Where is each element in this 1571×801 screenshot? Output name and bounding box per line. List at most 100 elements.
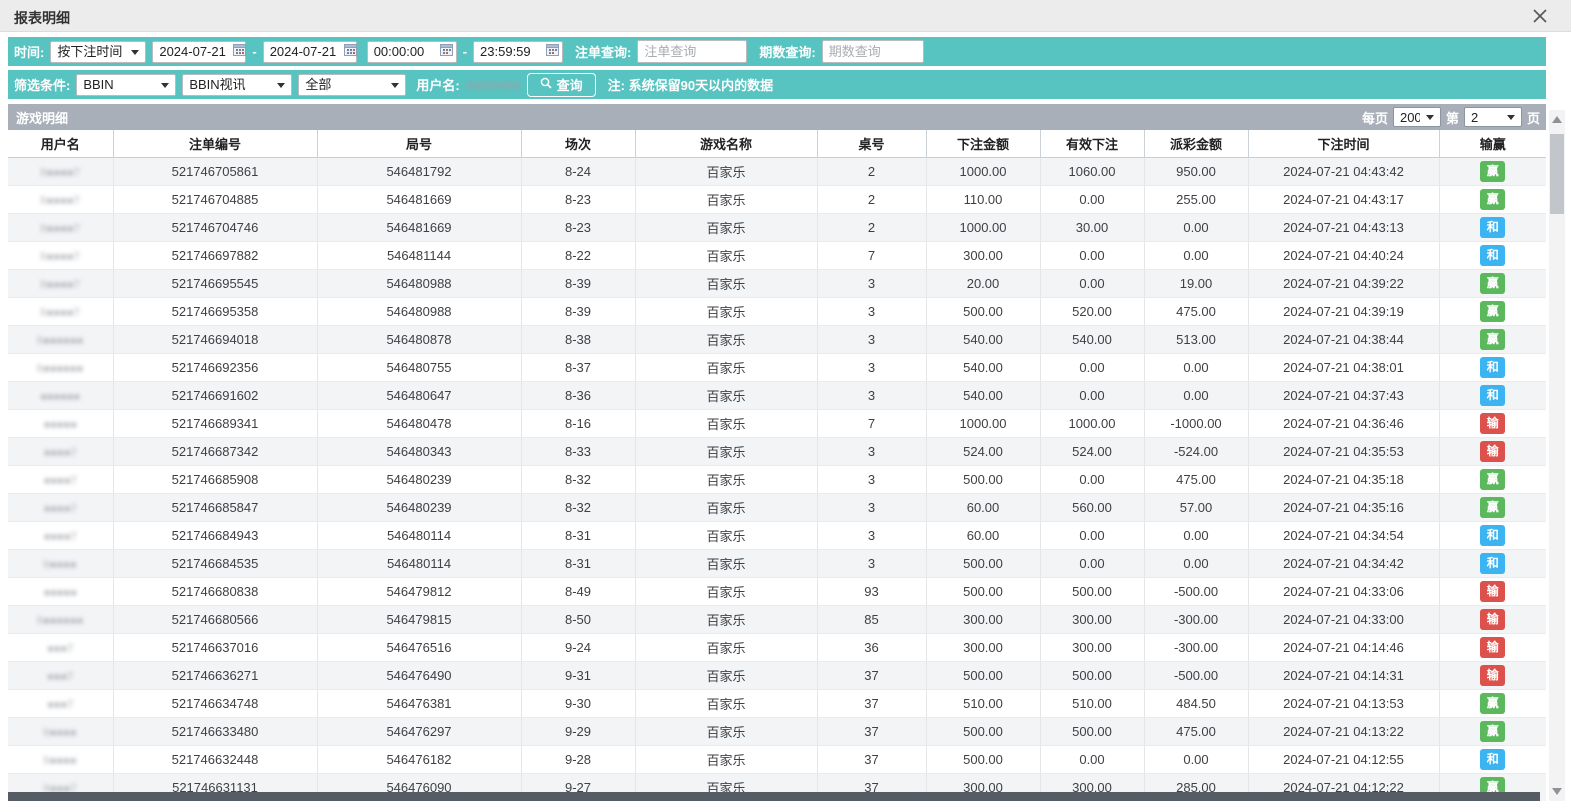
cell-bet-id: 521746636271 [113, 661, 317, 689]
outcome-badge[interactable]: 输 [1480, 609, 1505, 630]
column-header-username: 用户名 [8, 130, 113, 157]
period-query-input[interactable] [822, 40, 924, 63]
time-type-select[interactable]: 按下注时间 [50, 41, 146, 63]
cell-valid-bet: 30.00 [1040, 213, 1144, 241]
column-header-game: 游戏名称 [635, 130, 817, 157]
cell-table-no: 7 [817, 241, 926, 269]
cell-bet-id: 521746695358 [113, 297, 317, 325]
outcome-badge[interactable]: 赢 [1480, 301, 1505, 322]
scroll-up-icon[interactable] [1552, 116, 1562, 123]
cell-username: ●●●7 [8, 689, 113, 717]
cell-payout: 0.00 [1144, 549, 1248, 577]
masked-username: h●●●●●● [37, 335, 83, 347]
cell-bet-id: 521746704746 [113, 213, 317, 241]
per-page-select[interactable]: 200 [1393, 107, 1441, 127]
cell-table-no: 7 [817, 409, 926, 437]
outcome-badge[interactable]: 赢 [1480, 329, 1505, 350]
cell-valid-bet: 0.00 [1040, 521, 1144, 549]
horizontal-scrollbar-thumb[interactable] [8, 792, 1540, 801]
page-suffix-label: 页 [1527, 108, 1540, 127]
outcome-badge[interactable]: 输 [1480, 581, 1505, 602]
outcome-badge[interactable]: 输 [1480, 665, 1505, 686]
cell-table-no: 3 [817, 549, 926, 577]
cell-bet-id: 521746684943 [113, 521, 317, 549]
search-button[interactable]: 查询 [527, 73, 596, 97]
cell-round-id: 546480114 [317, 521, 521, 549]
cell-bet-time: 2024-07-21 04:35:18 [1248, 465, 1439, 493]
bet-query-input[interactable] [637, 40, 747, 63]
cell-round-id: 546480755 [317, 353, 521, 381]
vertical-scrollbar[interactable] [1549, 110, 1565, 801]
platform-select[interactable]: BBIN [76, 74, 176, 96]
cell-username: h●●●● [8, 717, 113, 745]
outcome-badge[interactable]: 输 [1480, 413, 1505, 434]
cell-payout: -300.00 [1144, 633, 1248, 661]
outcome-badge[interactable]: 赢 [1480, 721, 1505, 742]
outcome-badge[interactable]: 输 [1480, 441, 1505, 462]
calendar-icon[interactable] [344, 43, 357, 61]
outcome-badge[interactable]: 赢 [1480, 469, 1505, 490]
outcome-badge[interactable]: 和 [1480, 217, 1505, 238]
time-from-box [367, 41, 457, 63]
calendar-icon[interactable] [233, 43, 246, 61]
time-label: 时间: [14, 42, 44, 61]
cell-username: h●●●●●● [8, 325, 113, 353]
table-row: h●●●●75217467048855464816698-23百家乐2110.0… [8, 185, 1546, 213]
date-from-input[interactable] [159, 44, 229, 59]
outcome-badge[interactable]: 赢 [1480, 189, 1505, 210]
outcome-badge[interactable]: 和 [1480, 749, 1505, 770]
calendar-icon[interactable] [546, 43, 559, 61]
cell-username: ●●●7 [8, 661, 113, 689]
scroll-down-icon[interactable] [1552, 788, 1562, 795]
cell-bet-time: 2024-07-21 04:13:22 [1248, 717, 1439, 745]
cell-valid-bet: 560.00 [1040, 493, 1144, 521]
outcome-badge[interactable]: 和 [1480, 245, 1505, 266]
vertical-scrollbar-thumb[interactable] [1550, 134, 1564, 214]
time-to-input[interactable] [480, 44, 542, 59]
date-to-input[interactable] [270, 44, 340, 59]
masked-username: ●●●●●● [40, 391, 80, 403]
masked-username: ●●●●7 [44, 447, 77, 459]
table-row: h●●●●75217466978825464811448-22百家乐7300.0… [8, 241, 1546, 269]
page-select[interactable]: 2 [1464, 107, 1522, 127]
outcome-badge[interactable]: 赢 [1480, 497, 1505, 518]
close-icon[interactable] [1531, 7, 1549, 25]
outcome-badge[interactable]: 赢 [1480, 161, 1505, 182]
cell-valid-bet: 0.00 [1040, 549, 1144, 577]
cell-table-no: 93 [817, 577, 926, 605]
cell-game: 百家乐 [635, 465, 817, 493]
cell-game: 百家乐 [635, 157, 817, 185]
cell-username: h●●●●●● [8, 353, 113, 381]
calendar-icon[interactable] [440, 43, 453, 61]
cell-payout: 19.00 [1144, 269, 1248, 297]
cell-outcome: 和 [1439, 521, 1546, 549]
outcome-badge[interactable]: 赢 [1480, 273, 1505, 294]
cell-bet-id: 521746697882 [113, 241, 317, 269]
cell-game: 百家乐 [635, 633, 817, 661]
cell-outcome: 赢 [1439, 325, 1546, 353]
cell-bet-id: 521746705861 [113, 157, 317, 185]
cell-username: h●●●●7 [8, 157, 113, 185]
cell-table-no: 3 [817, 297, 926, 325]
outcome-badge[interactable]: 和 [1480, 357, 1505, 378]
outcome-badge[interactable]: 输 [1480, 637, 1505, 658]
time-from-input[interactable] [374, 44, 436, 59]
column-header-session: 场次 [521, 130, 635, 157]
cell-outcome: 和 [1439, 549, 1546, 577]
cell-bet-id: 521746704885 [113, 185, 317, 213]
cell-session: 8-32 [521, 493, 635, 521]
filter-bar-conditions: 筛选条件: BBIN BBIN视讯 全部 用户名: ●●●●●●● 查询 注: … [8, 70, 1546, 99]
cell-table-no: 37 [817, 717, 926, 745]
cell-valid-bet: 0.00 [1040, 465, 1144, 493]
outcome-badge[interactable]: 和 [1480, 525, 1505, 546]
search-icon [540, 77, 552, 92]
outcome-badge[interactable]: 和 [1480, 553, 1505, 574]
page-title: 报表明细 [14, 8, 70, 28]
cell-bet-amount: 60.00 [926, 493, 1040, 521]
scope-select[interactable]: 全部 [298, 74, 406, 96]
product-select[interactable]: BBIN视讯 [182, 74, 292, 96]
cell-outcome: 赢 [1439, 157, 1546, 185]
outcome-badge[interactable]: 和 [1480, 385, 1505, 406]
modal-titlebar: 报表明细 [0, 0, 1571, 32]
outcome-badge[interactable]: 赢 [1480, 693, 1505, 714]
